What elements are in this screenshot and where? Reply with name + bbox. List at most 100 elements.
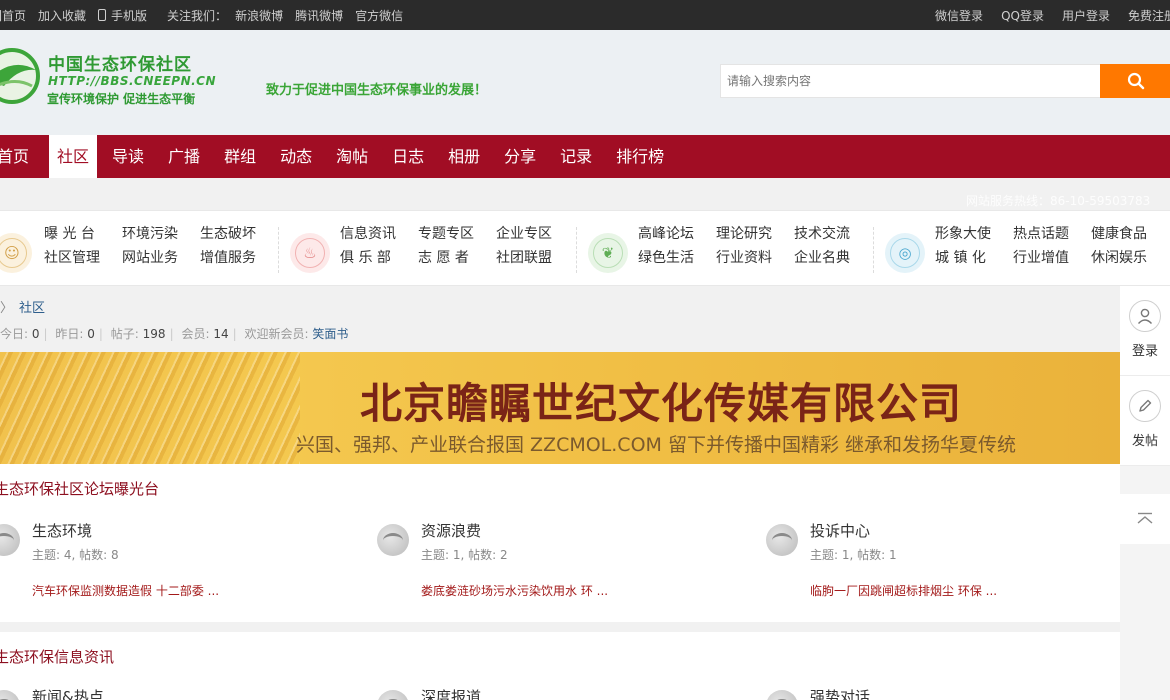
category-links: 曝 光 台 环境污染 生态破坏 社区管理 网站业务 增值服务 (44, 225, 278, 267)
category-link[interactable]: 高峰论坛 (638, 225, 716, 243)
logo-globe-icon[interactable] (0, 46, 42, 106)
category-link[interactable]: 热点话题 (1013, 225, 1091, 243)
category-link[interactable]: 社团联盟 (496, 249, 574, 267)
category-link[interactable]: 企业名典 (794, 249, 872, 267)
weibo-tencent-link[interactable]: 腾讯微博 (295, 7, 343, 24)
category-link[interactable]: 绿色生活 (638, 249, 716, 267)
category-link[interactable]: 行业增值 (1013, 249, 1091, 267)
nav-item-share[interactable]: 分享 (495, 135, 545, 178)
forum-latest-post[interactable]: 娄底娄涟砂场污水污染饮用水 环 ... (421, 582, 608, 599)
site-slogan: 致力于促进中国生态环保事业的发展！ (266, 83, 488, 98)
logo-tagline: 宣传环境保护 促进生态平衡 (47, 92, 196, 106)
category-link[interactable]: 休闲娱乐 (1091, 249, 1169, 267)
forum-stats-line: 主题: 1, 帖数: 2 (421, 548, 508, 562)
forum-icon[interactable] (377, 690, 409, 700)
nav-item-groups[interactable]: 群组 (215, 135, 265, 178)
forum-icon[interactable] (0, 524, 20, 556)
forum-name[interactable]: 强势对话 (810, 686, 870, 700)
category-link[interactable]: 专题专区 (418, 225, 496, 243)
nav-item-guide[interactable]: 导读 (103, 135, 153, 178)
nav-item-ranking[interactable]: 排行榜 (607, 135, 673, 178)
forum-item: 资源浪费 主题: 1, 帖数: 2 娄底娄涟砂场污水污染饮用水 环 ... (377, 520, 759, 610)
forum-icon[interactable] (766, 690, 798, 700)
nav-item-broadcast[interactable]: 广播 (159, 135, 209, 178)
wechat-official-link[interactable]: 官方微信 (355, 7, 403, 24)
register-link[interactable]: 免费注册 (1128, 7, 1170, 24)
back-to-top-button[interactable] (1120, 494, 1170, 544)
main-nav: 首页 社区 导读 广播 群组 动态 淘帖 日志 相册 分享 记录 排行榜 (0, 135, 1170, 178)
forum-name[interactable]: 深度报道 (421, 686, 481, 700)
category-link[interactable]: 增值服务 (200, 249, 278, 267)
forum-icon[interactable] (766, 524, 798, 556)
category-divider (576, 227, 577, 273)
newest-member-link[interactable]: 笑面书 (312, 327, 348, 341)
user-login-link[interactable]: 用户登录 (1062, 7, 1110, 24)
category-divider (278, 227, 279, 273)
category-link[interactable]: 曝 光 台 (44, 225, 122, 243)
forum-icon[interactable] (0, 690, 20, 700)
bookmark-link[interactable]: 加入收藏 (38, 7, 86, 24)
category-link[interactable]: 城 镇 化 (935, 249, 1013, 267)
category-group-forum: ❦ 高峰论坛 理论研究 技术交流 绿色生活 行业资料 企业名典 (588, 223, 868, 275)
stat-members: 14 (213, 327, 229, 341)
nav-item-blog[interactable]: 日志 (383, 135, 433, 178)
category-link[interactable]: 健康食品 (1091, 225, 1169, 243)
category-link[interactable]: 生态破坏 (200, 225, 278, 243)
search-button[interactable] (1100, 64, 1170, 98)
breadcrumb-current[interactable]: 社区 (19, 301, 45, 316)
floating-sidebar: 登录 发帖 (1120, 286, 1170, 700)
stat-posts: 198 (142, 327, 166, 341)
category-link[interactable]: 环境污染 (122, 225, 200, 243)
category-link[interactable]: 俱 乐 部 (340, 249, 418, 267)
category-link[interactable]: 形象大使 (935, 225, 1013, 243)
weibo-sina-link[interactable]: 新浪微博 (235, 7, 283, 24)
category-link[interactable]: 理论研究 (716, 225, 794, 243)
section-title[interactable]: 生态环保社区论坛曝光台 (0, 478, 159, 499)
wechat-login-link[interactable]: 微信登录 (935, 7, 983, 24)
stat-yesterday: 0 (87, 327, 95, 341)
mobile-link[interactable]: 手机版 (98, 7, 147, 24)
nav-item-home[interactable]: 首页 (0, 135, 38, 178)
fire-icon: ♨ (290, 233, 330, 273)
home-link[interactable]: 回首页 (0, 7, 26, 24)
sidebar-login-button[interactable]: 登录 (1120, 286, 1170, 376)
category-link[interactable]: 志 愿 者 (418, 249, 496, 267)
forum-latest-post[interactable]: 临朐一厂因跳闸超标排烟尘 环保 ... (810, 582, 997, 599)
category-link[interactable]: 社区管理 (44, 249, 122, 267)
sidebar-post-button[interactable]: 发帖 (1120, 376, 1170, 466)
category-divider (873, 227, 874, 273)
user-icon (1129, 300, 1161, 332)
forum-name[interactable]: 新闻&热点 (32, 686, 104, 700)
search-input[interactable] (720, 64, 1100, 98)
category-link[interactable]: 网站业务 (122, 249, 200, 267)
category-group-ambassador: ◎ 形象大使 热点话题 健康食品 城 镇 化 行业增值 休闲娱乐 (885, 223, 1165, 275)
forum-name[interactable]: 生态环境 (32, 520, 92, 541)
banner-company-name: 北京瞻瞩世纪文化传媒有限公司 (360, 379, 963, 428)
sidebar-post-label: 发帖 (1131, 434, 1158, 449)
forum-item: 深度报道 (377, 686, 759, 700)
ad-banner[interactable]: 北京瞻瞩世纪文化传媒有限公司 兴国、强邦、产业联合报国 ZZCMOL.COM 留… (0, 352, 1120, 464)
category-link[interactable]: 技术交流 (794, 225, 872, 243)
site-header: 中国生态环保社区 HTTP://BBS.CNEEPN.CN 宣传环境保护 促进生… (0, 30, 1170, 135)
top-bar-left: 回首页 加入收藏 手机版 关注我们： 新浪微博 腾讯微博 官方微信 (0, 0, 415, 30)
forum-item: 强势对话 (766, 686, 1118, 700)
nav-item-feed[interactable]: 动态 (271, 135, 321, 178)
nav-item-community[interactable]: 社区 (49, 135, 98, 178)
category-link[interactable]: 行业资料 (716, 249, 794, 267)
sidebar-login-label: 登录 (1131, 344, 1158, 359)
nav-item-records[interactable]: 记录 (551, 135, 601, 178)
forum-section: 生态环保信息资讯 新闻&热点 深度报道 强势对话 (0, 632, 1120, 700)
section-title[interactable]: 生态环保信息资讯 (0, 646, 114, 667)
forum-icon[interactable] (377, 524, 409, 556)
category-links: 形象大使 热点话题 健康食品 城 镇 化 行业增值 休闲娱乐 (935, 225, 1169, 267)
category-link[interactable]: 企业专区 (496, 225, 574, 243)
forum-name[interactable]: 投诉中心 (810, 520, 870, 541)
forum-name[interactable]: 资源浪费 (421, 520, 481, 541)
nav-item-collections[interactable]: 淘帖 (327, 135, 377, 178)
forum-latest-post[interactable]: 汽车环保监测数据造假 十二部委 ... (32, 582, 219, 599)
qq-login-link[interactable]: QQ登录 (1001, 7, 1044, 24)
nav-item-album[interactable]: 相册 (439, 135, 489, 178)
forum-item: 投诉中心 主题: 1, 帖数: 1 临朐一厂因跳闸超标排烟尘 环保 ... (766, 520, 1118, 610)
stat-yesterday-label: 昨日: (55, 327, 84, 341)
category-link[interactable]: 信息资讯 (340, 225, 418, 243)
